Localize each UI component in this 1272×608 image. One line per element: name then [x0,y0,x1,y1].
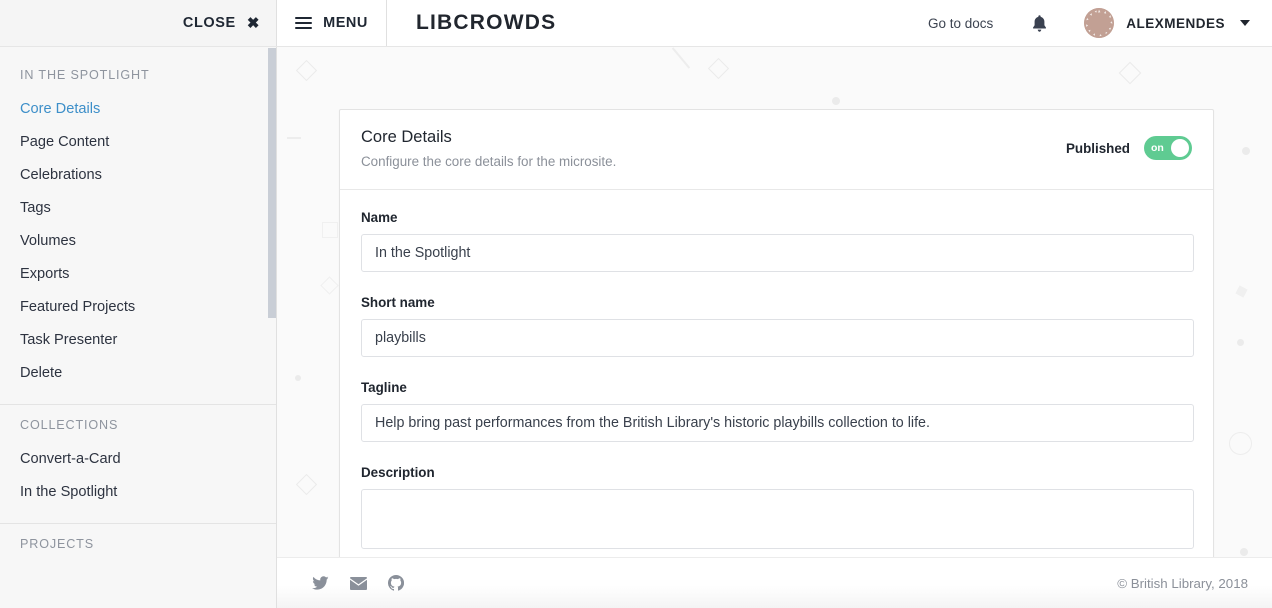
hamburger-icon [295,14,312,32]
sidebar-heading: IN THE SPOTLIGHT [0,55,276,92]
sidebar-item-exports[interactable]: Exports [0,257,276,290]
card-title: Core Details [361,128,616,147]
square-shape-icon [322,222,338,238]
field-label-tagline: Tagline [361,380,1192,395]
dot-shape-icon [1237,339,1244,346]
dot-shape-icon [1242,147,1250,155]
published-toggle[interactable]: on [1144,136,1192,160]
published-label: Published [1066,141,1130,156]
sidebar-section-collections: COLLECTIONS Convert-a-Card In the Spotli… [0,405,276,512]
chevron-down-icon [1240,20,1250,26]
brand-logo[interactable]: LIBCROWDS [387,0,556,46]
sidebar-section-projects: PROJECTS [0,524,276,565]
copyright-text: © British Library, 2018 [1117,576,1248,591]
line-shape-icon [672,47,690,68]
top-bar: CLOSE ✖ MENU LIBCROWDS Go to docs [0,0,1272,47]
diamond-shape-icon [1119,62,1142,85]
sidebar-item-delete[interactable]: Delete [0,356,276,389]
sidebar-item-core-details[interactable]: Core Details [0,92,276,125]
footer-social-links [312,575,404,591]
sidebar-item-page-content[interactable]: Page Content [0,125,276,158]
sidebar-item-featured-projects[interactable]: Featured Projects [0,290,276,323]
go-to-docs-link[interactable]: Go to docs [928,16,993,31]
square-shape-icon [1235,285,1247,297]
ring-shape-icon [1229,432,1252,455]
field-short-name: Short name [361,295,1192,357]
card-header: Core Details Configure the core details … [340,110,1213,190]
dot-shape-icon [1240,548,1248,556]
sidebar-header: CLOSE ✖ [0,0,277,46]
user-avatar [1084,8,1114,38]
close-x-icon: ✖ [247,16,260,31]
card-header-text: Core Details Configure the core details … [361,128,616,169]
footer: © British Library, 2018 [277,557,1272,608]
tagline-input[interactable] [361,404,1194,442]
sidebar-heading: COLLECTIONS [0,405,276,442]
diamond-shape-icon [296,60,317,81]
twitter-icon[interactable] [312,576,329,591]
sidebar-heading: PROJECTS [0,524,276,561]
publish-control: Published on [1066,128,1192,160]
dot-shape-icon [295,375,301,381]
field-description: Description [361,465,1192,554]
app-root: CLOSE ✖ MENU LIBCROWDS Go to docs [0,0,1272,608]
main-content: Core Details Configure the core details … [277,47,1272,608]
sidebar-item-task-presenter[interactable]: Task Presenter [0,323,276,356]
core-details-card: Core Details Configure the core details … [339,109,1214,577]
sidebar-section-spotlight: IN THE SPOTLIGHT Core Details Page Conte… [0,55,276,393]
sidebar-item-in-the-spotlight[interactable]: In the Spotlight [0,475,276,508]
sidebar-item-tags[interactable]: Tags [0,191,276,224]
card-body: Name Short name Tagline Description [340,190,1213,576]
menu-button[interactable]: MENU [277,0,387,46]
sidebar-item-volumes[interactable]: Volumes [0,224,276,257]
sidebar-item-convert-a-card[interactable]: Convert-a-Card [0,442,276,475]
field-tagline: Tagline [361,380,1192,442]
username-label: ALEXMENDES [1126,16,1225,31]
top-bar-right: Go to docs [928,0,1272,46]
close-button-label: CLOSE [183,15,236,31]
close-sidebar-button[interactable]: CLOSE ✖ [183,15,260,31]
published-toggle-state: on [1147,142,1164,154]
field-label-short-name: Short name [361,295,1192,310]
description-input[interactable] [361,489,1194,549]
sidebar-item-celebrations[interactable]: Celebrations [0,158,276,191]
diamond-shape-icon [708,58,729,79]
user-menu[interactable]: ALEXMENDES [1084,8,1250,38]
short-name-input[interactable] [361,319,1194,357]
card-subtitle: Configure the core details for the micro… [361,154,616,169]
email-icon[interactable] [350,577,367,590]
sidebar-content: IN THE SPOTLIGHT Core Details Page Conte… [0,47,276,565]
field-name: Name [361,210,1192,272]
diamond-shape-icon [320,276,338,294]
dot-shape-icon [832,97,840,105]
name-input[interactable] [361,234,1194,272]
sidebar-scrollbar[interactable] [268,48,276,318]
diamond-shape-icon [296,474,317,495]
field-label-name: Name [361,210,1192,225]
field-label-description: Description [361,465,1192,480]
toggle-knob [1171,139,1189,157]
bell-icon[interactable] [1031,14,1048,33]
github-icon[interactable] [388,575,404,591]
line-shape-icon [287,137,301,139]
menu-button-label: MENU [323,15,368,31]
sidebar: IN THE SPOTLIGHT Core Details Page Conte… [0,47,277,608]
